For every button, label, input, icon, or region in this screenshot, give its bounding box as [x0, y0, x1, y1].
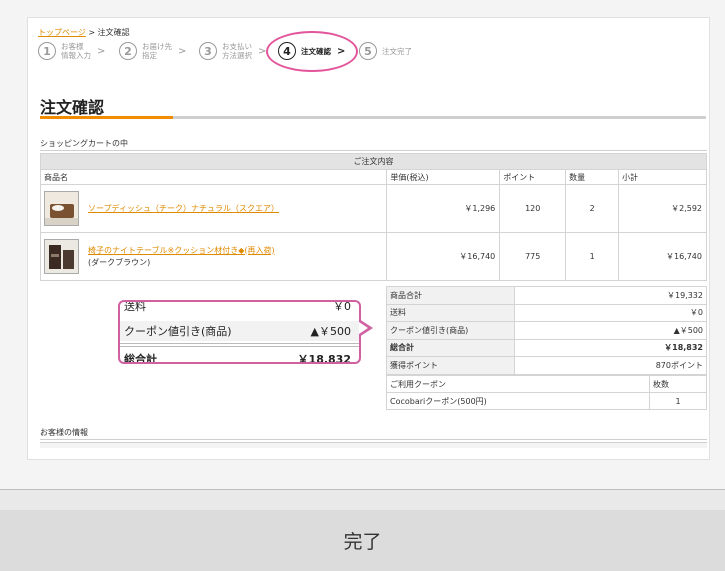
- step-caption: 完了: [0, 510, 725, 571]
- summary-value: ▲￥500: [514, 321, 707, 340]
- breadcrumb-current: 注文確認: [97, 28, 130, 37]
- coupon-name: Cocobariクーポン(500円): [386, 392, 650, 410]
- section-divider: [40, 439, 707, 440]
- step-3-label: お支払い 方法選択: [222, 42, 252, 60]
- callout-label: クーポン値引き(商品): [124, 325, 232, 338]
- summary-label: 獲得ポイント: [386, 356, 515, 375]
- title-underline-accent: [40, 116, 173, 119]
- coupon-table: ご利用クーポン 枚数 Cocobariクーポン(500円) 1: [386, 375, 707, 410]
- summary-row: 獲得ポイント 870ポイント: [386, 356, 707, 375]
- customer-info-table-top: [40, 442, 707, 448]
- summary-label: 商品合計: [386, 286, 515, 305]
- section-divider: [40, 150, 707, 151]
- table-row: ソープディッシュ（チーク）ナチュラル（スクエア） ￥1,296 120 2 ￥2…: [39, 184, 707, 233]
- step-5: 5 注文完了: [359, 40, 412, 62]
- item-qty: 2: [565, 184, 620, 233]
- step-5-label: 注文完了: [382, 46, 412, 56]
- item-subtotal: ￥2,592: [618, 184, 707, 233]
- step-arrow-icon: >: [178, 45, 187, 57]
- step-3: 3 お支払い 方法選択 >: [199, 40, 266, 62]
- callout-divider: [120, 346, 359, 347]
- summary-row: 総合計 ￥18,832: [386, 338, 707, 357]
- step-1-number: 1: [38, 42, 56, 60]
- breadcrumb: トップページ > 注文確認: [38, 27, 130, 38]
- summary-row: クーポン値引き(商品) ▲￥500: [386, 321, 707, 340]
- col-header-price: 単価(税込): [386, 169, 501, 185]
- callout-value: ▲￥500: [310, 325, 351, 338]
- summary-value: 870ポイント: [514, 356, 707, 375]
- table-row: Cocobariクーポン(500円) 1: [386, 392, 707, 410]
- step-1: 1 お客様 情報入力 >: [38, 40, 105, 62]
- order-summary-table: 商品合計 ￥19,332 送料 ￥0 クーポン値引き(商品) ▲￥500 総合計 ￥18…: [386, 286, 707, 375]
- summary-label: クーポン値引き(商品): [386, 321, 515, 340]
- breadcrumb-home-link[interactable]: トップページ: [38, 28, 86, 37]
- page-title: 注文確認: [40, 98, 105, 117]
- coupon-col-header: ご利用クーポン: [386, 375, 650, 393]
- step-2-number: 2: [119, 42, 137, 60]
- callout-shipping-row: 送料 ￥0: [120, 300, 359, 316]
- step-arrow-icon: >: [97, 45, 106, 57]
- summary-value: ￥19,332: [514, 286, 707, 305]
- col-header-qty: 数量: [565, 169, 620, 185]
- step-1-label: お客様 情報入力: [61, 42, 91, 60]
- customer-section-label: お客様の情報: [40, 428, 88, 437]
- product-thumbnail[interactable]: [44, 239, 79, 274]
- breadcrumb-separator: >: [85, 28, 98, 37]
- summary-zoom-callout: 送料 ￥0 クーポン値引き(商品) ▲￥500 総合計 ￥18,832: [118, 300, 361, 364]
- product-link[interactable]: ソープディッシュ（チーク）ナチュラル（スクエア）: [88, 204, 279, 213]
- summary-row: 送料 ￥0: [386, 303, 707, 322]
- col-header-product: 商品名: [39, 169, 388, 185]
- callout-label: 総合計: [124, 353, 157, 364]
- item-points: 775: [499, 232, 567, 281]
- screenshot-frame: トップページ > 注文確認 1 お客様 情報入力 > 2 お届け先 指定 > 3…: [0, 0, 725, 490]
- summary-label: 送料: [386, 303, 515, 322]
- step-3-number: 3: [199, 42, 217, 60]
- summary-row: 商品合計 ￥19,332: [386, 286, 707, 305]
- step-2-label: お届け先 指定: [142, 42, 172, 60]
- step-2: 2 お届け先 指定 >: [119, 40, 186, 62]
- order-confirm-page: トップページ > 注文確認 1 お客様 情報入力 > 2 お届け先 指定 > 3…: [27, 17, 710, 460]
- step-5-number: 5: [359, 42, 377, 60]
- current-step-highlight: [266, 31, 358, 72]
- callout-pointer-inner: [359, 322, 368, 334]
- callout-label: 送料: [124, 300, 146, 313]
- item-price: ￥1,296: [386, 184, 501, 233]
- summary-value: ￥0: [514, 303, 707, 322]
- item-qty: 1: [565, 232, 620, 281]
- summary-value: ￥18,832: [514, 338, 707, 357]
- callout-divider: [120, 343, 359, 344]
- table-row: 椅子のナイトテーブル※クッション材付き◆(再入荷) (ダークブラウン) ￥16,…: [39, 232, 707, 281]
- item-points: 120: [499, 184, 567, 233]
- col-header-subtotal: 小計: [618, 169, 707, 185]
- item-subtotal: ￥16,740: [618, 232, 707, 281]
- product-variant: (ダークブラウン): [88, 257, 151, 267]
- callout-total-row: 総合計 ￥18,832: [120, 349, 359, 364]
- coupon-count-header: 枚数: [649, 375, 707, 393]
- col-header-points: ポイント: [499, 169, 567, 185]
- callout-value: ￥0: [333, 300, 351, 313]
- item-price: ￥16,740: [386, 232, 501, 281]
- summary-label: 総合計: [386, 338, 515, 357]
- callout-value: ￥18,832: [297, 353, 351, 364]
- cart-section-label: ショッピングカートの中: [40, 139, 128, 148]
- product-link[interactable]: 椅子のナイトテーブル※クッション材付き◆(再入荷): [88, 246, 275, 255]
- coupon-count: 1: [649, 392, 707, 410]
- product-thumbnail[interactable]: [44, 191, 79, 226]
- callout-coupon-row: クーポン値引き(商品) ▲￥500: [120, 321, 359, 341]
- order-table-caption: ご注文内容: [40, 153, 707, 170]
- order-items-table: ご注文内容 商品名 単価(税込) ポイント 数量 小計 ソープディッシュ（チーク…: [39, 153, 707, 281]
